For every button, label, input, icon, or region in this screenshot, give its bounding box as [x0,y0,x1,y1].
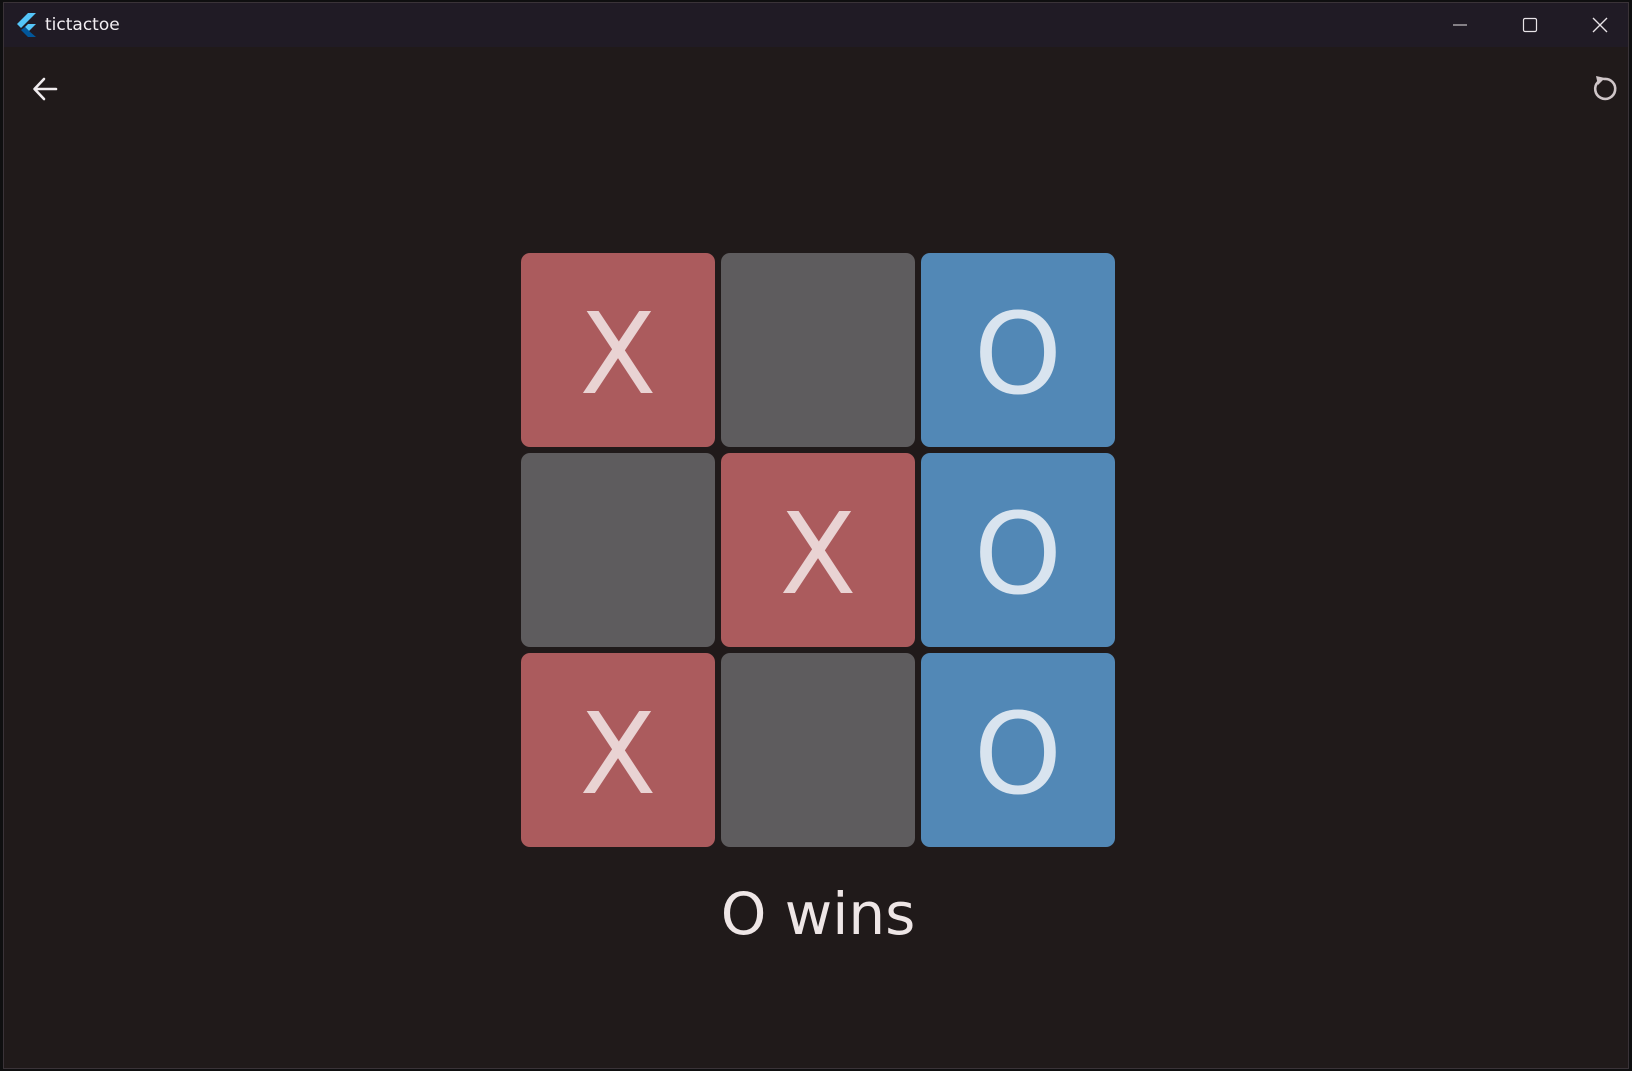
game-board: X O X O X O [521,253,1115,847]
board-cell-2[interactable] [721,253,915,447]
board-cell-9[interactable]: O [921,653,1115,847]
restart-icon [1593,76,1617,101]
title-bar[interactable]: tictactoe [4,3,1628,47]
minimize-icon [1453,24,1467,26]
board-cell-7[interactable]: X [521,653,715,847]
flutter-logo-icon [17,13,36,37]
maximize-icon [1522,17,1538,33]
back-button[interactable] [21,65,69,113]
arrow-back-icon [33,77,58,101]
board-cell-8[interactable] [721,653,915,847]
board-cell-5[interactable]: X [721,453,915,647]
app-window: tictactoe X O X O X O O wins [3,2,1629,1069]
close-button[interactable] [1565,3,1628,47]
board-cell-1[interactable]: X [521,253,715,447]
board-cell-4[interactable] [521,453,715,647]
restart-button[interactable] [1580,65,1628,113]
board-cell-6[interactable]: O [921,453,1115,647]
minimize-button[interactable] [1425,3,1495,47]
board-cell-3[interactable]: O [921,253,1115,447]
close-icon [1592,17,1608,33]
maximize-button[interactable] [1495,3,1565,47]
game-status-text: O wins [720,880,916,948]
window-title: tictactoe [45,15,120,35]
